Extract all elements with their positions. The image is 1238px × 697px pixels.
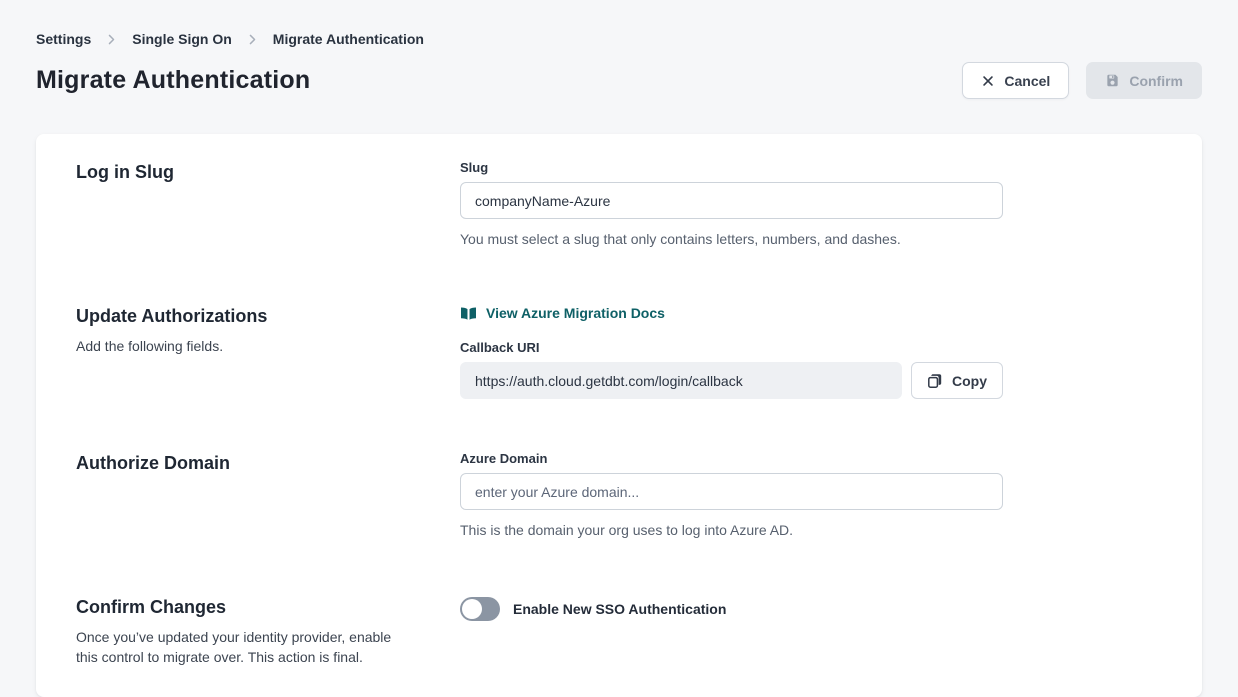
callback-uri-label: Callback URI [460, 340, 1003, 355]
copy-button[interactable]: Copy [911, 362, 1003, 399]
section-confirm-changes: Confirm Changes Once you’ve updated your… [76, 595, 1162, 667]
section-heading-authorize-domain: Authorize Domain [76, 451, 460, 475]
section-confirm-changes-fields: Enable New SSO Authentication [460, 595, 1003, 621]
callback-uri-input [460, 362, 902, 399]
copy-button-label: Copy [952, 373, 987, 389]
cancel-button-label: Cancel [1004, 73, 1050, 89]
section-authorize-domain: Authorize Domain Azure Domain This is th… [76, 451, 1162, 539]
callback-copy-row: Copy [460, 362, 1003, 399]
save-icon [1105, 73, 1120, 88]
toggle-knob [462, 599, 482, 619]
section-update-authorizations-left: Update Authorizations Add the following … [76, 304, 460, 356]
section-login-slug: Log in Slug Slug You must select a slug … [76, 160, 1162, 248]
page-header: Migrate Authentication Cancel Confirm [36, 62, 1202, 99]
azure-domain-help-text: This is the domain your org uses to log … [460, 521, 1003, 539]
section-update-authorizations: Update Authorizations Add the following … [76, 304, 1162, 399]
azure-domain-label: Azure Domain [460, 451, 1003, 466]
close-icon [981, 74, 995, 88]
sso-toggle-label: Enable New SSO Authentication [513, 601, 726, 617]
section-login-slug-fields: Slug You must select a slug that only co… [460, 160, 1003, 248]
migrate-authentication-page: Settings Single Sign On Migrate Authenti… [0, 0, 1238, 697]
section-authorize-domain-left: Authorize Domain [76, 451, 460, 475]
chevron-right-icon [105, 33, 118, 46]
breadcrumb-migrate-authentication: Migrate Authentication [273, 31, 424, 47]
copy-icon [927, 373, 943, 389]
slug-help-text: You must select a slug that only contain… [460, 230, 1003, 248]
enable-sso-toggle[interactable] [460, 597, 500, 621]
page-title: Migrate Authentication [36, 66, 310, 95]
confirm-button[interactable]: Confirm [1086, 62, 1202, 99]
azure-domain-input[interactable] [460, 473, 1003, 510]
section-description: Add the following fields. [76, 336, 416, 356]
section-description: Once you’ve updated your identity provid… [76, 627, 416, 667]
view-azure-migration-docs-link[interactable]: View Azure Migration Docs [460, 304, 665, 323]
breadcrumb-settings[interactable]: Settings [36, 31, 91, 47]
chevron-right-icon [246, 33, 259, 46]
book-icon [460, 306, 477, 321]
section-login-slug-left: Log in Slug [76, 160, 460, 184]
settings-card: Log in Slug Slug You must select a slug … [36, 134, 1202, 697]
section-heading-update-authorizations: Update Authorizations [76, 304, 460, 328]
section-heading-confirm-changes: Confirm Changes [76, 595, 460, 619]
section-update-authorizations-fields: View Azure Migration Docs Callback URI C… [460, 304, 1003, 399]
section-confirm-changes-left: Confirm Changes Once you’ve updated your… [76, 595, 460, 667]
callback-uri-group: Callback URI Copy [460, 340, 1003, 399]
header-actions: Cancel Confirm [962, 62, 1202, 99]
breadcrumb-single-sign-on[interactable]: Single Sign On [132, 31, 232, 47]
docs-link-label: View Azure Migration Docs [486, 304, 665, 323]
breadcrumb: Settings Single Sign On Migrate Authenti… [36, 0, 1202, 47]
sso-toggle-row: Enable New SSO Authentication [460, 595, 1003, 621]
slug-input[interactable] [460, 182, 1003, 219]
section-authorize-domain-fields: Azure Domain This is the domain your org… [460, 451, 1003, 539]
section-heading-login-slug: Log in Slug [76, 160, 460, 184]
cancel-button[interactable]: Cancel [962, 62, 1069, 99]
slug-field-label: Slug [460, 160, 1003, 175]
confirm-button-label: Confirm [1129, 73, 1183, 89]
